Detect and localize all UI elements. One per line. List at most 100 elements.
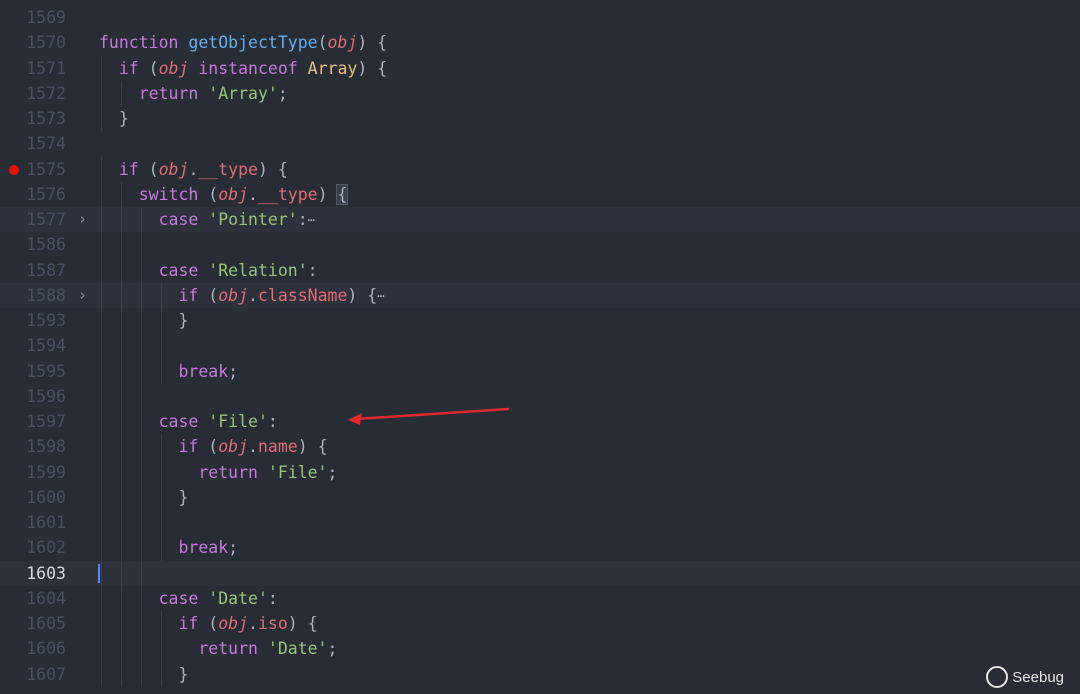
code-text: if (obj instanceof Array) { [99, 56, 387, 81]
fold-chevron-icon[interactable]: › [78, 207, 92, 232]
code-token: ) { [287, 614, 318, 633]
code-token: ) [317, 184, 338, 204]
code-token: . [248, 614, 258, 633]
code-token: case [158, 210, 199, 229]
code-text: case 'Relation': [99, 258, 318, 283]
code-text: } [99, 106, 129, 131]
code-line[interactable]: 1587 case 'Relation': [0, 257, 1080, 283]
code-token: ( [198, 614, 219, 633]
line-number: 1596 [26, 386, 66, 406]
code-line[interactable]: 1594 [0, 333, 1080, 359]
code-text: if (obj.name) { [99, 434, 328, 459]
line-number: 1603 [26, 563, 66, 583]
code-token: 'File' [208, 412, 268, 431]
line-number: 1594 [26, 336, 66, 356]
code-token: } [99, 487, 189, 507]
code-token: ( [198, 285, 219, 305]
annotation-arrow [348, 407, 510, 425]
code-text: switch (obj.__type) { [99, 182, 349, 207]
code-line[interactable]: 1593 } [0, 308, 1080, 334]
code-line[interactable]: 1604 case 'Date': [0, 585, 1080, 611]
indent-guide [101, 560, 102, 586]
code-token: break [178, 538, 229, 558]
code-line[interactable]: 1575 if (obj.__type) { [0, 156, 1080, 182]
code-token: break [178, 361, 229, 381]
line-number: 1595 [26, 361, 66, 381]
code-token: : [267, 588, 278, 608]
code-line[interactable]: 1595 break; [0, 358, 1080, 384]
seebug-logo-icon [986, 666, 1009, 688]
code-line[interactable]: 1601 [0, 510, 1080, 536]
code-token: 'Array' [208, 83, 278, 103]
code-token: ) { [297, 437, 328, 457]
code-token: getObjectType [188, 33, 318, 53]
code-line[interactable]: 1577 › case 'Pointer':⋯ [0, 207, 1080, 233]
code-token: instanceof [198, 58, 298, 78]
line-number: 1574 [26, 134, 66, 154]
code-line[interactable]: 1570 function getObjectType(obj) { [0, 30, 1080, 55]
code-line[interactable]: 1605 if (obj.iso) { [0, 611, 1080, 637]
code-token: obj [158, 159, 189, 179]
indent-guide [101, 232, 102, 258]
code-line[interactable]: 1586 [0, 232, 1080, 258]
folded-ellipsis[interactable]: ⋯ [308, 213, 315, 227]
code-token: 'Date' [267, 639, 328, 659]
code-token: __type [257, 184, 318, 204]
code-token: if [118, 159, 139, 179]
folded-ellipsis[interactable]: ⋯ [377, 289, 384, 303]
code-line[interactable]: 1602 break; [0, 535, 1080, 561]
indent-guide [140, 383, 142, 409]
line-number: 1593 [26, 311, 66, 330]
code-line[interactable]: 1569 [0, 5, 1080, 30]
code-token: ) { [347, 285, 378, 305]
code-token: obj [327, 33, 358, 53]
code-token: obj [218, 285, 249, 305]
line-number: 1601 [26, 513, 66, 532]
code-line[interactable]: 1574 [0, 131, 1080, 156]
code-token: 'Relation' [208, 260, 308, 280]
indent-guide [120, 333, 122, 359]
code-token: if [118, 58, 139, 78]
code-line[interactable]: 1588 › if (obj.className) {⋯ [0, 282, 1080, 308]
code-line[interactable]: 1606 return 'Date'; [0, 636, 1080, 662]
code-line[interactable]: 1603 [0, 560, 1080, 586]
indent-guide [140, 333, 142, 359]
code-token: } [99, 109, 129, 128]
code-line[interactable]: 1572 return 'Array'; [0, 80, 1080, 106]
indent-guide [120, 510, 122, 536]
code-token: obj [218, 614, 249, 633]
code-line[interactable]: 1597 case 'File': [0, 409, 1080, 435]
code-line[interactable]: 1571 if (obj instanceof Array) { [0, 55, 1080, 81]
code-line[interactable]: 1598 if (obj.name) { [0, 434, 1080, 460]
indent-guide [160, 510, 162, 536]
indent-guide [101, 510, 102, 536]
line-number: 1587 [26, 260, 66, 280]
indent-guide [160, 333, 162, 359]
code-editor[interactable]: 1569 1570 function getObjectType(obj) {157… [0, 5, 1080, 687]
indent-guide [101, 383, 102, 409]
code-line[interactable]: 1607 } [0, 661, 1080, 687]
code-token: ) { [257, 159, 288, 179]
indent-guide [140, 232, 142, 258]
fold-chevron-icon[interactable]: › [78, 283, 92, 308]
code-line[interactable]: 1600 } [0, 484, 1080, 510]
code-line[interactable]: 1573 } [0, 106, 1080, 132]
code-line[interactable]: 1576 switch (obj.__type) { [0, 181, 1080, 207]
line-number: 1577 [26, 210, 66, 229]
code-token: name [257, 437, 298, 457]
code-token: ) { [357, 58, 388, 78]
code-line[interactable]: 1596 [0, 383, 1080, 409]
code-line[interactable]: 1599 return 'File'; [0, 459, 1080, 485]
